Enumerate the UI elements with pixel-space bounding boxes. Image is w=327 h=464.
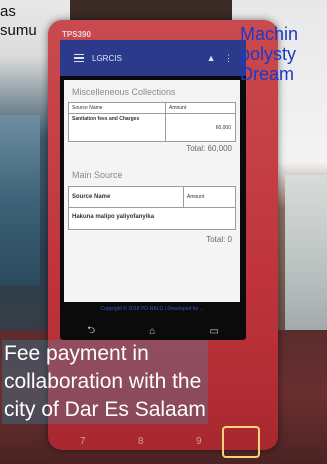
enter-key — [222, 426, 260, 458]
recents-icon[interactable]: ▭ — [209, 326, 218, 337]
app-title: LGRCIS — [92, 53, 122, 63]
caption-top-right: Machin polysty Dream — [240, 24, 298, 84]
caption-bottom-line1: Fee payment in — [4, 342, 149, 365]
main-header-source: Source Name — [72, 194, 111, 200]
caption-bottom-line2: collaboration with the — [4, 370, 202, 393]
app-bar: LGRCIS ▲ ⋮ — [60, 40, 246, 76]
caption-top-right-line1: Machin — [240, 24, 299, 44]
misc-row-amount: 60,000 — [215, 125, 231, 131]
home-icon[interactable]: ⌂ — [149, 326, 155, 337]
caption-top-right-line2: polysty — [240, 44, 297, 64]
keypad-key-9: 9 — [196, 436, 202, 447]
caption-top-right-line3: Dream — [240, 64, 295, 84]
caption-bottom-line3: city of Dar Es Salaam — [4, 398, 206, 421]
caption-top-left-line2: sumu — [0, 22, 37, 39]
misc-total: Total: 60,000 — [186, 144, 232, 153]
caption-top-left-line1: as — [0, 3, 16, 20]
keypad-key-7: 7 — [80, 436, 86, 447]
back-icon[interactable]: ⮌ — [87, 323, 95, 340]
menu-icon[interactable] — [74, 52, 84, 65]
misc-header-amount: Amount — [169, 105, 187, 111]
main-empty-message: Hakuna malipo yaliyofanyika — [72, 214, 155, 220]
footer-link[interactable]: Copyright © 2018 PO-RALG | Developed by … — [72, 306, 232, 313]
caption-bottom: Fee payment in collaboration with the ci… — [2, 340, 208, 424]
main-table: Source Name Amount Hakuna malipo yaliyof… — [68, 186, 236, 230]
inset-photo-left — [0, 115, 40, 285]
misc-row-name: Sanitation fees and Charges — [72, 116, 140, 122]
device-screen: LGRCIS ▲ ⋮ Miscelleneous Collections Sou… — [60, 40, 246, 340]
caption-top-left: as sumu — [0, 2, 37, 40]
misc-header-source: Source Name — [72, 105, 103, 111]
misc-section-title: Miscelleneous Collections — [72, 87, 176, 97]
collections-panel: Miscelleneous Collections Source Name Am… — [64, 80, 240, 302]
misc-table: Source Name Amount Sanitation fees and C… — [68, 102, 236, 142]
main-section-title: Main Source — [72, 170, 123, 180]
android-navbar: ⮌ ⌂ ▭ — [60, 322, 246, 340]
main-header-amount: Amount — [187, 194, 205, 200]
device-model: TPS390 — [62, 30, 91, 39]
main-total: Total: 0 — [206, 235, 232, 244]
app-actions-icon[interactable]: ▲ ⋮ — [207, 53, 236, 64]
keypad-key-8: 8 — [138, 436, 144, 447]
